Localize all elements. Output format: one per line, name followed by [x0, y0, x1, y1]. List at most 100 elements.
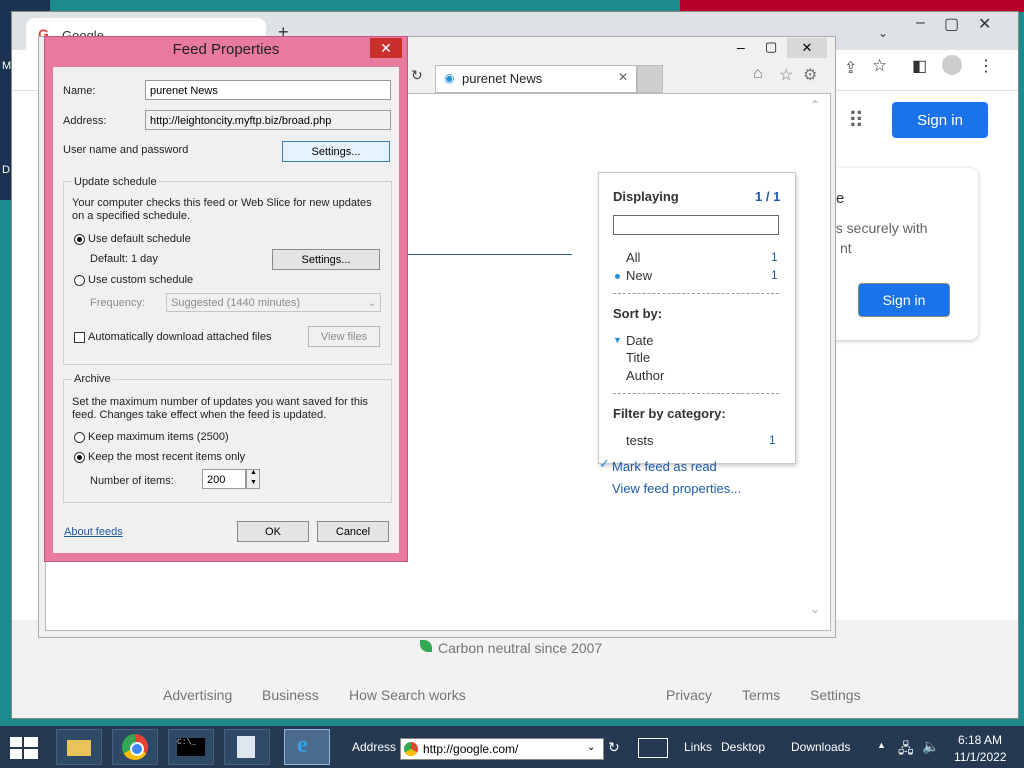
sort-title[interactable]: Title: [626, 350, 650, 365]
minimize-icon[interactable]: –: [737, 39, 745, 55]
address-field[interactable]: http://leightoncity.myftp.biz/broad.php: [145, 110, 391, 130]
keyboard-icon[interactable]: [638, 738, 668, 758]
address-value: http://google.com/: [423, 742, 519, 756]
displaying-count: 1 / 1: [755, 189, 781, 204]
close-icon[interactable]: ✕: [978, 14, 991, 34]
feed-search-input[interactable]: [613, 215, 779, 235]
gear-icon[interactable]: ⚙: [803, 65, 817, 85]
network-icon[interactable]: 🖧: [898, 738, 914, 762]
tray-expand-icon[interactable]: ▲: [877, 740, 886, 750]
keep-max-radio[interactable]: [74, 432, 85, 443]
userpass-settings-button[interactable]: Settings...: [282, 141, 390, 162]
quantity-stepper[interactable]: ▲ ▼: [246, 469, 260, 489]
desktop-icon-label[interactable]: M: [2, 60, 11, 72]
favorites-star-icon[interactable]: ☆: [779, 65, 793, 85]
chevron-down-icon[interactable]: ⌄: [878, 26, 888, 40]
ie-tab[interactable]: ◉ purenet News ✕: [435, 65, 637, 93]
footer-link-terms[interactable]: Terms: [742, 687, 780, 703]
footer-link-settings[interactable]: Settings: [810, 687, 861, 703]
view-files-button[interactable]: View files: [308, 326, 380, 347]
close-icon[interactable]: ✕: [370, 38, 402, 58]
google-signin-button[interactable]: Sign in: [892, 102, 988, 138]
more-menu-icon[interactable]: ⋮: [978, 56, 994, 76]
star-icon[interactable]: ☆: [872, 56, 887, 76]
promo-heading: e: [836, 190, 845, 207]
scroll-down-icon[interactable]: ⌄: [810, 602, 820, 616]
footer-link-advertising[interactable]: Advertising: [163, 687, 232, 703]
maximize-icon[interactable]: ▢: [944, 14, 959, 34]
separator: [613, 393, 779, 394]
filter-new-count: 1: [771, 268, 778, 282]
promo-signin-button[interactable]: Sign in: [858, 283, 950, 317]
update-desc: on a specified schedule.: [72, 210, 191, 222]
sort-author[interactable]: Author: [626, 368, 664, 383]
keep-max-label[interactable]: Keep maximum items (2500): [88, 431, 229, 443]
maximize-icon[interactable]: ▢: [765, 39, 777, 55]
taskbar-address-input[interactable]: http://google.com/ ⌄: [400, 738, 604, 760]
ok-button[interactable]: OK: [237, 521, 309, 542]
auto-download-checkbox[interactable]: [74, 332, 85, 343]
number-items-input[interactable]: 200: [202, 469, 246, 489]
keep-recent-label[interactable]: Keep the most recent items only: [88, 451, 245, 463]
footer-link-privacy[interactable]: Privacy: [666, 687, 712, 703]
view-feed-properties-link[interactable]: View feed properties...: [612, 481, 741, 496]
feed-divider: [382, 254, 572, 255]
mark-feed-read-link[interactable]: Mark feed as read: [612, 459, 717, 474]
stepper-down-icon[interactable]: ▼: [250, 479, 257, 486]
minimize-icon[interactable]: –: [916, 14, 925, 32]
downloads-toolbar[interactable]: Downloads: [791, 740, 850, 754]
address-toolbar-label: Address: [352, 740, 397, 754]
refresh-icon[interactable]: ↻: [411, 67, 423, 84]
links-toolbar[interactable]: Links: [684, 740, 712, 754]
filter-category-label: Filter by category:: [613, 406, 726, 421]
clock-time[interactable]: 6:18 AM: [958, 733, 1002, 747]
close-tab-icon[interactable]: ✕: [618, 70, 628, 84]
category-tests[interactable]: tests: [626, 433, 653, 448]
file-explorer-icon[interactable]: [56, 729, 102, 765]
archive-desc: Set the maximum number of updates you wa…: [72, 396, 368, 408]
update-schedule-label: Update schedule: [72, 176, 159, 188]
stepper-up-icon[interactable]: ▲: [250, 469, 257, 476]
keep-recent-radio[interactable]: [74, 452, 85, 463]
chevron-down-icon[interactable]: ⌄: [587, 742, 595, 753]
use-default-radio[interactable]: [74, 234, 85, 245]
category-tests-count: 1: [769, 433, 776, 447]
clock-date[interactable]: 11/1/2022: [954, 750, 1007, 764]
close-icon[interactable]: ✕: [787, 38, 827, 58]
scroll-up-icon[interactable]: ⌃: [810, 98, 820, 112]
volume-icon[interactable]: 🔈: [922, 738, 939, 755]
filter-new[interactable]: New: [626, 268, 652, 283]
chrome-favicon-icon: [404, 742, 418, 756]
use-default-label[interactable]: Use default schedule: [88, 233, 191, 245]
footer-link-business[interactable]: Business: [262, 687, 319, 703]
about-feeds-link[interactable]: About feeds: [64, 526, 123, 538]
home-icon[interactable]: ⌂: [753, 65, 763, 83]
chrome-icon[interactable]: [112, 729, 158, 765]
task-manager-icon[interactable]: [224, 729, 270, 765]
sort-by-label: Sort by:: [613, 306, 663, 321]
frequency-select[interactable]: Suggested (1440 minutes) ⌄: [166, 293, 381, 312]
carbon-neutral-text: Carbon neutral since 2007: [438, 640, 603, 656]
desktop-icon-label[interactable]: D: [2, 164, 10, 176]
side-panel-icon[interactable]: ◧: [912, 56, 927, 76]
desktop-toolbar[interactable]: Desktop: [721, 740, 765, 754]
name-field[interactable]: purenet News: [145, 80, 391, 100]
windows-start-icon[interactable]: [10, 737, 38, 759]
footer-link-how-search-works[interactable]: How Search works: [349, 687, 466, 703]
share-icon[interactable]: ⇪: [844, 58, 857, 78]
checkmark-icon: ✓: [599, 456, 610, 471]
filter-all[interactable]: All: [626, 250, 640, 265]
apps-grid-icon[interactable]: ⠿: [848, 108, 864, 134]
use-custom-radio[interactable]: [74, 275, 85, 286]
profile-avatar-icon[interactable]: [942, 55, 962, 75]
cancel-button[interactable]: Cancel: [317, 521, 389, 542]
command-prompt-icon[interactable]: C:\_: [168, 729, 214, 765]
sort-date[interactable]: Date: [626, 333, 653, 348]
schedule-settings-button[interactable]: Settings...: [272, 249, 380, 270]
use-custom-label[interactable]: Use custom schedule: [88, 274, 193, 286]
refresh-icon[interactable]: ↻: [608, 739, 620, 756]
archive-label: Archive: [72, 373, 113, 385]
ie-new-tab[interactable]: [637, 65, 663, 93]
auto-download-label[interactable]: Automatically download attached files: [88, 331, 271, 343]
internet-explorer-icon[interactable]: e: [284, 729, 330, 765]
